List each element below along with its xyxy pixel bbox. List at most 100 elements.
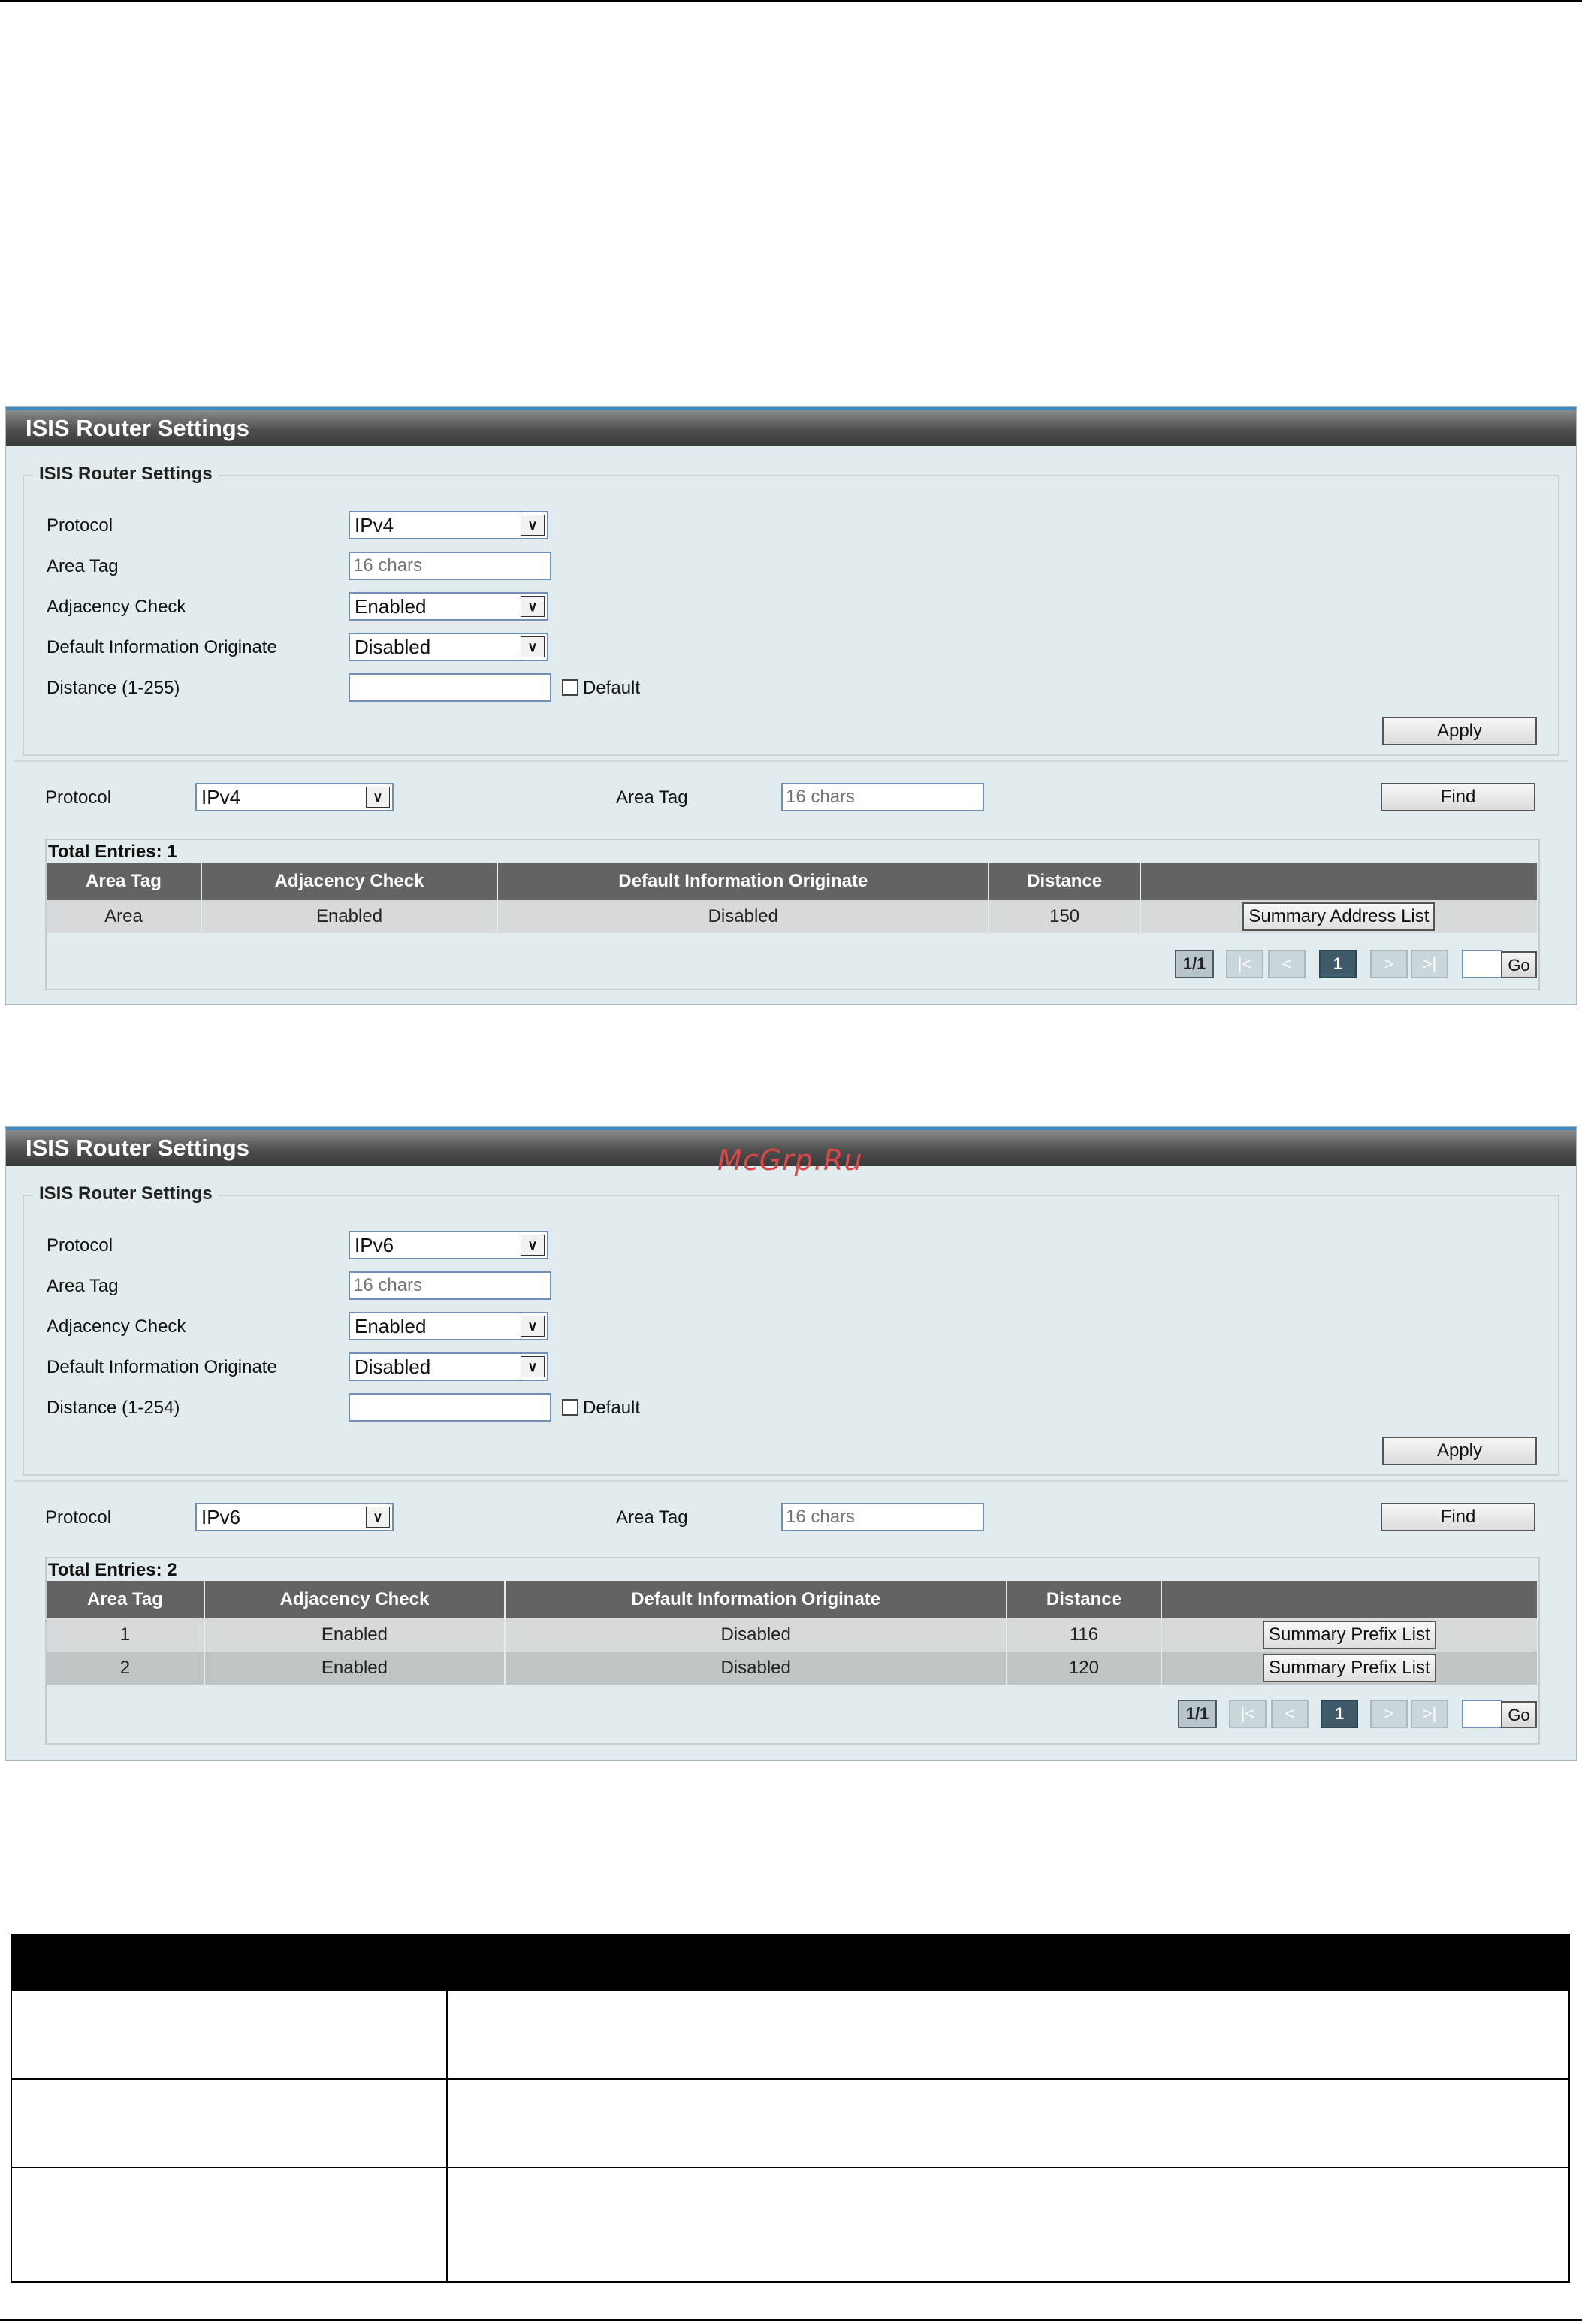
adjacency-check-value: Enabled — [355, 1315, 427, 1337]
cell-area-tag: 2 — [47, 1652, 205, 1685]
area-tag-input[interactable] — [349, 1271, 551, 1300]
find-button[interactable]: Find — [1381, 1503, 1535, 1531]
find-protocol-label: Protocol — [45, 787, 112, 808]
go-button[interactable]: Go — [1501, 951, 1537, 978]
current-page-button[interactable]: 1 — [1319, 950, 1357, 978]
cell-parameter — [11, 1990, 448, 2080]
column-header-area-tag: Area Tag — [47, 1581, 205, 1618]
cell-description — [446, 1990, 1570, 2080]
summary-prefix-list-button[interactable]: Summary Prefix List — [1262, 1621, 1436, 1649]
column-header-distance: Distance — [1007, 1581, 1162, 1618]
prev-page-button[interactable]: < — [1271, 1700, 1309, 1728]
section-divider — [14, 1480, 1568, 1482]
column-header-distance: Distance — [989, 863, 1141, 900]
current-page-button[interactable]: 1 — [1321, 1700, 1358, 1728]
first-page-button[interactable]: |< — [1229, 1700, 1267, 1728]
column-header-action — [1140, 863, 1539, 900]
summary-address-list-button[interactable]: Summary Address List — [1242, 902, 1436, 931]
table-row — [11, 1990, 1570, 2080]
results-table: Area Tag Adjacency Check Default Informa… — [47, 863, 1539, 933]
area-tag-input[interactable] — [349, 552, 551, 580]
cell-distance: 150 — [989, 900, 1141, 933]
cell-default-info-originate: Disabled — [505, 1618, 1008, 1652]
default-info-originate-select[interactable]: Disabled ∨ — [349, 633, 548, 661]
default-checkbox[interactable] — [562, 679, 578, 696]
find-protocol-value: IPv4 — [201, 786, 241, 808]
chevron-down-icon: ∨ — [521, 515, 545, 536]
adjacency-check-select[interactable]: Enabled ∨ — [349, 1312, 548, 1340]
cell-action: Summary Address List — [1140, 900, 1539, 933]
protocol-select[interactable]: IPv4 ∨ — [349, 511, 548, 539]
cell-action: Summary Prefix List — [1161, 1618, 1539, 1652]
cell-adjacency-check: Enabled — [204, 1652, 506, 1685]
cell-area-tag: 1 — [47, 1618, 205, 1652]
summary-prefix-list-button[interactable]: Summary Prefix List — [1262, 1654, 1436, 1682]
find-protocol-select[interactable]: IPv4 ∨ — [195, 783, 394, 811]
next-page-button[interactable]: > — [1370, 1700, 1408, 1728]
table-header-row: Area Tag Adjacency Check Default Informa… — [47, 1581, 1539, 1618]
go-button[interactable]: Go — [1501, 1701, 1537, 1728]
protocol-select-value: IPv6 — [355, 1234, 394, 1256]
protocol-select[interactable]: IPv6 ∨ — [349, 1231, 548, 1259]
top-rule — [0, 0, 1582, 2]
find-button[interactable]: Find — [1381, 783, 1535, 811]
isis-router-settings-panel-ipv6: ISIS Router Settings ISIS Router Setting… — [5, 1126, 1577, 1761]
protocol-label: Protocol — [47, 515, 113, 536]
default-checkbox-label: Default — [583, 1398, 641, 1418]
column-header-default-info-originate: Default Information Originate — [497, 863, 990, 900]
next-page-button[interactable]: > — [1370, 950, 1408, 978]
find-protocol-select[interactable]: IPv6 ∨ — [195, 1503, 394, 1531]
find-area-tag-input[interactable] — [781, 1503, 984, 1531]
total-entries: Total Entries: 2 — [48, 1560, 177, 1580]
distance-input[interactable] — [349, 1393, 551, 1422]
last-page-button[interactable]: >| — [1411, 950, 1448, 978]
find-protocol-value: IPv6 — [201, 1506, 241, 1528]
watermark: McGrp.Ru — [717, 1144, 863, 1177]
table-row: 2 Enabled Disabled 120 Summary Prefix Li… — [47, 1652, 1539, 1685]
find-protocol-label: Protocol — [45, 1507, 112, 1528]
apply-button[interactable]: Apply — [1382, 717, 1537, 745]
protocol-label: Protocol — [47, 1235, 113, 1256]
chevron-down-icon: ∨ — [366, 787, 390, 808]
distance-input[interactable] — [349, 673, 551, 702]
distance-label: Distance (1-255) — [47, 678, 180, 698]
area-tag-label: Area Tag — [47, 1276, 119, 1296]
column-header-adjacency-check: Adjacency Check — [204, 1581, 506, 1618]
cell-area-tag: Area — [47, 900, 202, 933]
distance-label: Distance (1-254) — [47, 1398, 180, 1418]
chevron-down-icon: ∨ — [366, 1507, 390, 1528]
results-table: Area Tag Adjacency Check Default Informa… — [47, 1581, 1539, 1685]
page-count: 1/1 — [1178, 1700, 1217, 1728]
chevron-down-icon: ∨ — [521, 1316, 545, 1337]
chevron-down-icon: ∨ — [521, 1356, 545, 1377]
default-info-originate-select[interactable]: Disabled ∨ — [349, 1352, 548, 1381]
page-number-input[interactable] — [1462, 1700, 1502, 1728]
last-page-button[interactable]: >| — [1411, 1700, 1448, 1728]
fieldset-legend: ISIS Router Settings — [33, 1183, 219, 1204]
table-row: Area Enabled Disabled 150 Summary Addres… — [47, 900, 1539, 933]
find-area-tag-input[interactable] — [781, 783, 984, 811]
column-header-adjacency-check: Adjacency Check — [201, 863, 499, 900]
fieldset-legend: ISIS Router Settings — [33, 464, 219, 485]
prev-page-button[interactable]: < — [1268, 950, 1306, 978]
table-row: 1 Enabled Disabled 116 Summary Prefix Li… — [47, 1618, 1539, 1652]
protocol-select-value: IPv4 — [355, 514, 394, 536]
table-row — [11, 2167, 1570, 2283]
page-number-input[interactable] — [1462, 950, 1502, 978]
apply-button[interactable]: Apply — [1382, 1437, 1537, 1465]
adjacency-check-select[interactable]: Enabled ∨ — [349, 592, 548, 621]
adjacency-check-label: Adjacency Check — [47, 1316, 186, 1337]
cell-description — [446, 2078, 1570, 2168]
chevron-down-icon: ∨ — [521, 1235, 545, 1256]
cell-parameter — [11, 2167, 448, 2283]
table-header-row: Area Tag Adjacency Check Default Informa… — [47, 863, 1539, 900]
parameter-description-table — [11, 1934, 1570, 2283]
find-area-tag-label: Area Tag — [616, 1507, 688, 1528]
default-checkbox[interactable] — [562, 1399, 578, 1416]
bottom-rule — [0, 2319, 1582, 2321]
first-page-button[interactable]: |< — [1226, 950, 1263, 978]
settings-fieldset: ISIS Router Settings Protocol IPv6 ∨ Are… — [23, 1183, 1559, 1476]
default-info-originate-label: Default Information Originate — [47, 1357, 277, 1377]
column-header-description — [446, 1934, 1570, 1991]
panel-header: ISIS Router Settings — [6, 407, 1576, 446]
